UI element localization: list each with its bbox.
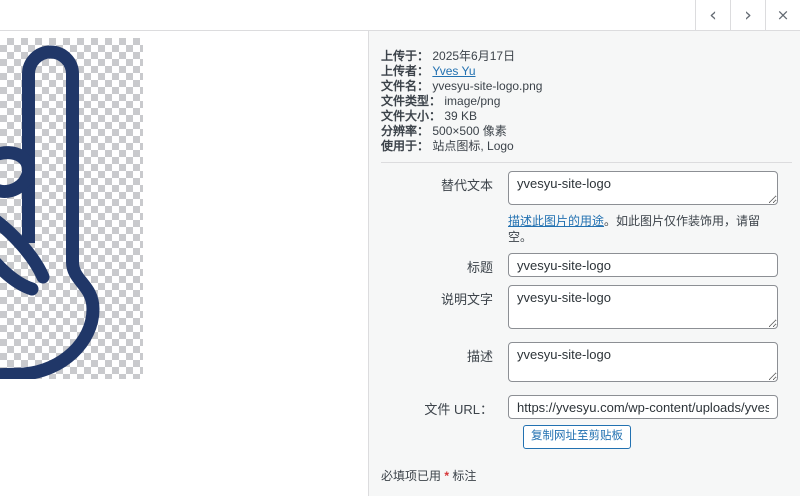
previous-attachment-button[interactable]: ‹: [695, 0, 730, 30]
title-label: 标题: [466, 260, 493, 276]
meta-value: yvesyu-site-logo.png: [432, 79, 543, 93]
meta-value: image/png: [444, 94, 501, 108]
meta-value: 500×500 像素: [432, 124, 507, 138]
copy-url-button[interactable]: 复制网址至剪贴板: [523, 425, 631, 449]
description-label: 描述: [466, 349, 493, 365]
meta-label: 上传者：: [381, 64, 430, 78]
title-row: 标题: [381, 253, 792, 278]
modal-nav-group: ‹ › ×: [695, 0, 800, 30]
close-icon: ×: [776, 6, 790, 24]
description-row: 描述 yvesyu-site-logo: [381, 342, 792, 387]
attachment-meta-list: 上传于： 2025年6月17日 上传者： Yves Yu 文件名： yvesyu…: [381, 49, 792, 154]
required-note-prefix: 必填项已用: [381, 468, 445, 483]
title-input[interactable]: [508, 253, 778, 278]
modal-topbar: ‹ › ×: [0, 0, 800, 31]
meta-label: 文件大小：: [381, 109, 442, 123]
meta-row-resolution: 分辨率： 500×500 像素: [381, 124, 792, 139]
meta-value: 39 KB: [444, 109, 478, 123]
description-input[interactable]: yvesyu-site-logo: [508, 342, 778, 383]
meta-row-filesize: 文件大小： 39 KB: [381, 109, 792, 124]
pointing-hand-logo-image: [0, 45, 100, 379]
alt-text-label: 替代文本: [440, 178, 493, 193]
meta-label: 文件类型：: [381, 94, 442, 108]
attachment-details-sidebar: 上传于： 2025年6月17日 上传者： Yves Yu 文件名： yvesyu…: [368, 31, 800, 496]
meta-row-uploaded-date: 上传于： 2025年6月17日: [381, 49, 792, 64]
meta-row-filetype: 文件类型： image/png: [381, 94, 792, 109]
uploader-link[interactable]: Yves Yu: [432, 64, 475, 78]
transparent-image-preview: [0, 38, 143, 379]
required-note-suffix: 标注: [449, 468, 477, 483]
alt-text-help-link[interactable]: 描述此图片的用途: [508, 214, 604, 228]
meta-label: 分辨率：: [381, 124, 430, 138]
chevron-right-icon: ›: [744, 4, 752, 26]
attachment-preview-area: [0, 31, 368, 496]
attachment-settings-form: 替代文本 yvesyu-site-logo 描述此图片的用途。如此图片仅作装饰用…: [381, 171, 792, 449]
file-url-row: 文件 URL：: [381, 395, 792, 420]
meta-label: 使用于：: [381, 139, 430, 153]
close-modal-button[interactable]: ×: [765, 0, 800, 30]
caption-row: 说明文字 yvesyu-site-logo: [381, 285, 792, 334]
alt-text-helper: 描述此图片的用途。如此图片仅作装饰用，请留空。: [508, 213, 778, 245]
meta-row-used-in: 使用于： 站点图标, Logo: [381, 139, 792, 154]
next-attachment-button[interactable]: ›: [730, 0, 765, 30]
chevron-left-icon: ‹: [709, 4, 717, 26]
alt-text-row: 替代文本 yvesyu-site-logo 描述此图片的用途。如此图片仅作装饰用…: [381, 171, 792, 245]
meta-label: 文件名：: [381, 79, 430, 93]
meta-divider: [381, 162, 792, 163]
caption-input[interactable]: yvesyu-site-logo: [508, 285, 778, 330]
attachment-details-modal: ‹ › × 上传于： 2025年6月17日 上传者： Yves Yu 文件名： …: [0, 0, 800, 496]
required-fields-note: 必填项已用 * 标注: [381, 467, 792, 484]
meta-value: 站点图标, Logo: [432, 139, 514, 153]
meta-row-uploader: 上传者： Yves Yu: [381, 64, 792, 79]
alt-text-input[interactable]: yvesyu-site-logo: [508, 171, 778, 205]
file-url-input[interactable]: [508, 395, 778, 420]
meta-value: 2025年6月17日: [432, 49, 516, 63]
file-url-label: 文件 URL：: [424, 402, 493, 418]
meta-label: 上传于：: [381, 49, 430, 63]
caption-label: 说明文字: [440, 292, 493, 308]
meta-row-filename: 文件名： yvesyu-site-logo.png: [381, 79, 792, 94]
